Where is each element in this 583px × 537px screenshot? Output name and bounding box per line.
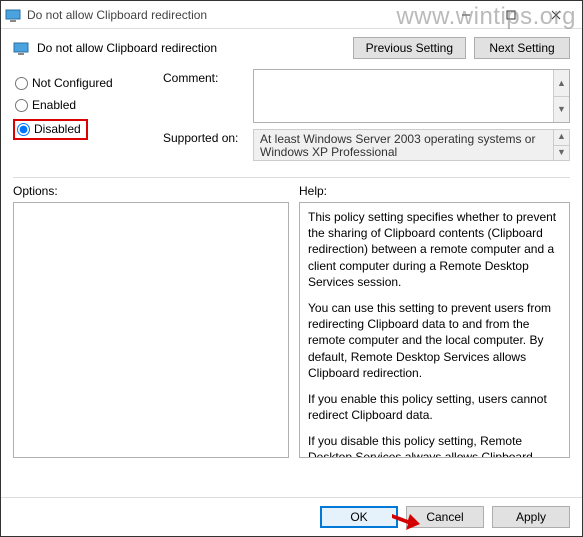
next-setting-button[interactable]: Next Setting bbox=[474, 37, 570, 59]
radio-not-configured[interactable]: Not Configured bbox=[13, 75, 153, 91]
radio-enabled-label: Enabled bbox=[32, 98, 76, 112]
cancel-button[interactable]: Cancel bbox=[406, 506, 484, 528]
options-label: Options: bbox=[13, 184, 289, 198]
comment-label: Comment: bbox=[163, 69, 253, 85]
radio-enabled[interactable]: Enabled bbox=[13, 97, 153, 113]
close-button[interactable] bbox=[533, 1, 578, 29]
radio-disabled[interactable]: Disabled bbox=[15, 121, 83, 137]
supported-on-text: At least Windows Server 2003 operating s… bbox=[260, 132, 535, 159]
minimize-button[interactable] bbox=[443, 1, 488, 29]
help-panel[interactable]: This policy setting specifies whether to… bbox=[299, 202, 570, 458]
radio-disabled-label: Disabled bbox=[34, 122, 81, 136]
comment-scroll[interactable]: ▲▼ bbox=[553, 70, 569, 122]
header-row: Do not allow Clipboard redirection Previ… bbox=[13, 37, 570, 59]
previous-setting-button[interactable]: Previous Setting bbox=[353, 37, 466, 59]
policy-title: Do not allow Clipboard redirection bbox=[37, 41, 217, 55]
ok-button[interactable]: OK bbox=[320, 506, 398, 528]
highlight-box: Disabled bbox=[13, 119, 88, 140]
radio-not-configured-input[interactable] bbox=[15, 77, 28, 90]
comment-textarea[interactable]: ▲▼ bbox=[253, 69, 570, 123]
radio-not-configured-label: Not Configured bbox=[32, 76, 113, 90]
help-paragraph: If you disable this policy setting, Remo… bbox=[308, 433, 561, 458]
state-radio-group: Not Configured Enabled Disabled bbox=[13, 69, 153, 167]
app-icon bbox=[5, 7, 21, 23]
supported-scroll[interactable]: ▲▼ bbox=[553, 130, 569, 160]
help-paragraph: You can use this setting to prevent user… bbox=[308, 300, 561, 381]
radio-enabled-input[interactable] bbox=[15, 99, 28, 112]
policy-icon bbox=[13, 40, 29, 56]
dialog-footer: OK Cancel Apply bbox=[1, 497, 582, 536]
supported-on-value: At least Windows Server 2003 operating s… bbox=[253, 129, 570, 161]
maximize-button[interactable] bbox=[488, 1, 533, 29]
apply-button[interactable]: Apply bbox=[492, 506, 570, 528]
radio-disabled-input[interactable] bbox=[17, 123, 30, 136]
help-paragraph: If you enable this policy setting, users… bbox=[308, 391, 561, 423]
options-panel bbox=[13, 202, 289, 458]
window-title: Do not allow Clipboard redirection bbox=[27, 8, 443, 22]
help-label: Help: bbox=[299, 184, 570, 198]
help-paragraph: This policy setting specifies whether to… bbox=[308, 209, 561, 290]
separator bbox=[13, 177, 570, 178]
titlebar: Do not allow Clipboard redirection bbox=[1, 1, 582, 29]
supported-on-label: Supported on: bbox=[163, 129, 253, 145]
